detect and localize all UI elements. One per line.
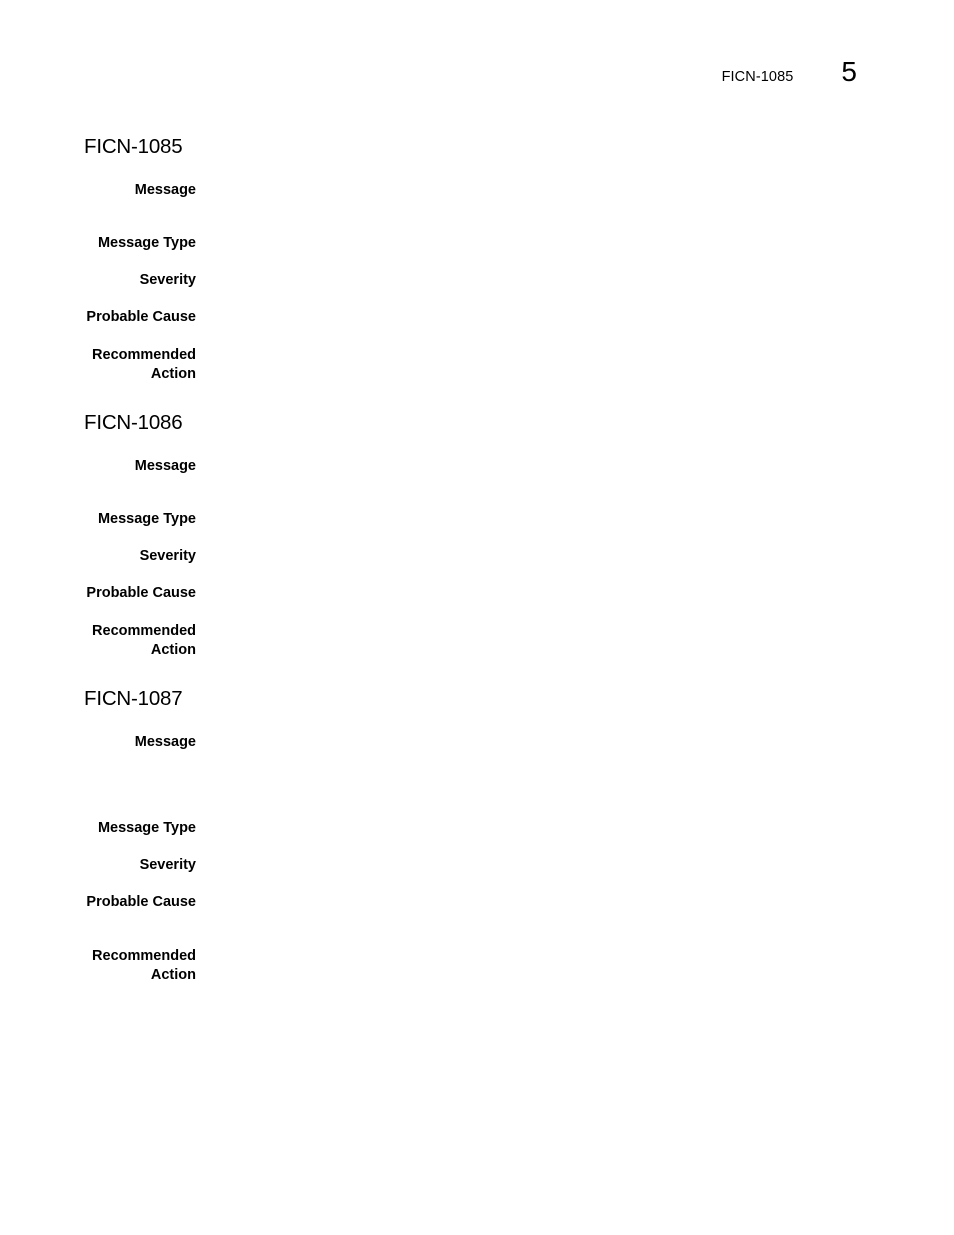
recommended-action-label-line1: Recommended <box>92 623 196 639</box>
running-header-title: FICN-1085 <box>721 69 794 85</box>
message-type-label: Message Type <box>97 235 196 251</box>
message-entry-section: FICN-1086 Message Message Type Severity … <box>84 411 884 658</box>
message-type-label: Message Type <box>97 820 196 836</box>
recommended-action-label: Recommended Action <box>56 346 196 384</box>
recommended-action-label-line2: Action <box>150 967 196 983</box>
probable-cause-label: Probable Cause <box>86 585 196 601</box>
section-heading: FICN-1086 <box>84 411 183 434</box>
running-header: FICN-1085 5 <box>722 56 857 88</box>
probable-cause-label: Probable Cause <box>86 894 196 910</box>
recommended-action-label-line2: Action <box>150 642 196 658</box>
section-heading: FICN-1085 <box>84 135 183 158</box>
severity-label: Severity <box>139 857 196 873</box>
recommended-action-label-line2: Action <box>150 366 196 382</box>
message-entry-section: FICN-1087 Message Message Type Severity … <box>84 687 884 983</box>
probable-cause-label: Probable Cause <box>86 309 196 325</box>
message-entry-section: FICN-1085 Message Message Type Severity … <box>84 135 884 382</box>
message-label: Message <box>134 182 196 198</box>
recommended-action-label: Recommended Action <box>56 622 196 660</box>
recommended-action-label-line1: Recommended <box>92 347 196 363</box>
message-type-label: Message Type <box>97 511 196 527</box>
message-label: Message <box>134 734 196 750</box>
chapter-number: 5 <box>841 56 857 87</box>
severity-label: Severity <box>139 272 196 288</box>
section-heading: FICN-1087 <box>84 687 183 710</box>
severity-label: Severity <box>139 548 196 564</box>
message-label: Message <box>134 458 196 474</box>
recommended-action-label: Recommended Action <box>56 947 196 985</box>
recommended-action-label-line1: Recommended <box>92 948 196 964</box>
